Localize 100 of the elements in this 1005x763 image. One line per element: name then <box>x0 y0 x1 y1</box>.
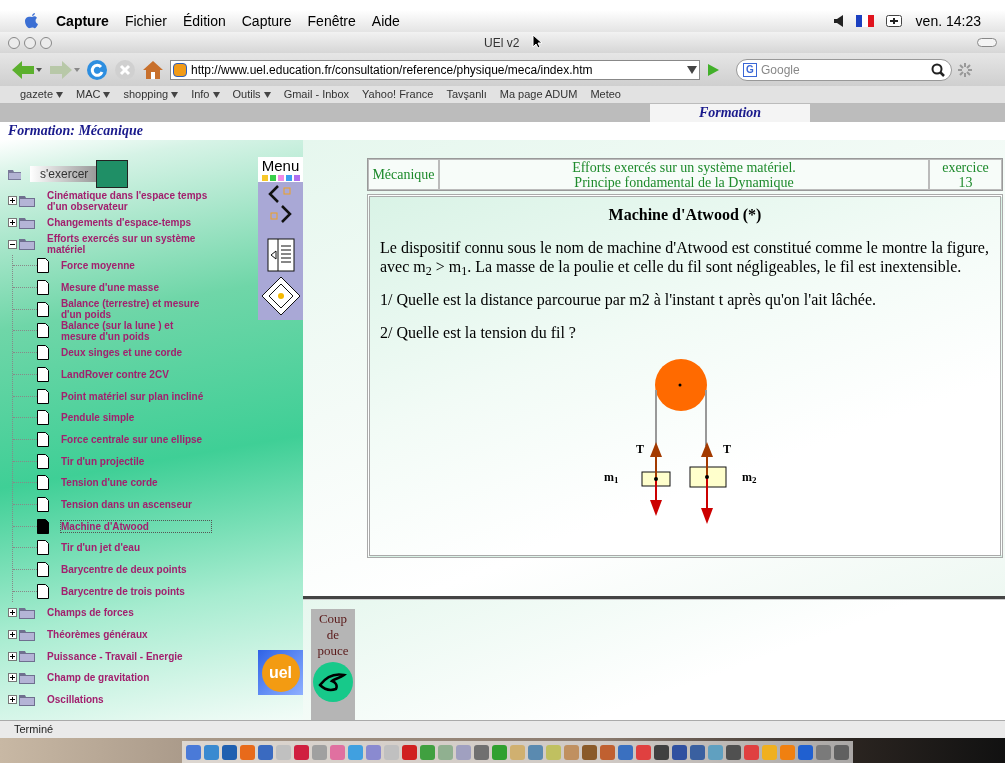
minimize-button[interactable] <box>24 36 36 49</box>
app-icon[interactable] <box>672 744 687 760</box>
topic-line: Principe fondamental de la Dynamique <box>574 174 794 190</box>
bookmark-menu[interactable]: Info <box>191 86 220 103</box>
loading-spinner-icon <box>958 62 972 77</box>
expand-icon[interactable] <box>8 630 17 640</box>
tree-item[interactable]: Machine d'Atwood <box>61 520 211 532</box>
app-icon[interactable] <box>258 744 273 760</box>
bookmark-menu[interactable]: Outils <box>232 86 271 103</box>
tree-item[interactable]: Tension d'une corde <box>61 477 211 489</box>
collapse-icon[interactable] <box>8 239 17 249</box>
force-arrow <box>650 442 662 479</box>
tree-item[interactable]: Tir d'un projectile <box>61 455 211 467</box>
bookmark-link[interactable]: Meteo <box>590 86 621 103</box>
back-icon[interactable] <box>10 58 42 81</box>
tree-item[interactable]: Point matériel sur plan incliné <box>61 390 211 402</box>
tree-item[interactable]: Barycentre de trois points <box>61 585 211 597</box>
tree-folder[interactable]: Changements d'espace-temps <box>47 217 212 229</box>
url-field[interactable]: http://www.uel.education.fr/consultation/reference/physique/meca/index.htm <box>170 59 700 80</box>
home-icon[interactable] <box>142 58 164 81</box>
apple-menu-icon[interactable] <box>24 12 40 30</box>
caret-icon <box>171 91 179 98</box>
search-icon[interactable] <box>931 62 945 77</box>
document-icon[interactable] <box>266 238 295 272</box>
app-icon[interactable] <box>294 744 309 760</box>
search-field[interactable]: G Google <box>736 58 952 81</box>
bookmark-menu[interactable]: MAC <box>76 86 111 103</box>
app-menu[interactable]: Capture <box>56 10 109 32</box>
tree-folder[interactable]: Champ de gravitation <box>47 672 212 684</box>
window-title: UEl v2 <box>484 34 520 52</box>
app-icon[interactable] <box>186 744 201 760</box>
close-button[interactable] <box>8 36 20 49</box>
app-icon[interactable] <box>474 744 489 760</box>
app-icon[interactable] <box>834 744 849 760</box>
expand-icon[interactable] <box>8 218 17 228</box>
search-engine-icon[interactable]: G <box>743 62 757 77</box>
bookmark-link[interactable]: Gmail - Inbox <box>283 86 350 103</box>
formation-tab[interactable]: Formation <box>650 104 810 122</box>
mass-block <box>689 466 727 488</box>
page-icon <box>37 453 49 469</box>
bookmark-menu[interactable]: shopping <box>123 86 179 103</box>
bookmark-menu[interactable]: gazete <box>20 86 64 103</box>
tree-folder[interactable]: Efforts exercés sur un système matériel <box>47 233 212 256</box>
bookmark-link[interactable]: Yahoo! France <box>362 86 434 103</box>
exercise-number-line: 13 <box>958 174 973 190</box>
tree-folder[interactable]: Cinématique dans l'espace temps d'un observateur <box>47 189 212 212</box>
tree-item[interactable]: Force moyenne <box>61 260 211 272</box>
app-icon[interactable] <box>798 744 813 760</box>
menu-item[interactable]: Aide <box>371 10 400 32</box>
battery-icon[interactable] <box>885 15 904 27</box>
menu-item[interactable]: Fenêtre <box>307 10 356 32</box>
exercise-number-line: exercice <box>942 159 989 175</box>
app-icon[interactable] <box>690 744 705 760</box>
tree-item[interactable]: LandRover contre 2CV <box>61 368 211 380</box>
app-icon[interactable] <box>402 744 417 760</box>
page-icon <box>37 518 49 534</box>
app-icon[interactable] <box>222 744 237 760</box>
app-icon[interactable] <box>654 744 669 760</box>
tree-item[interactable]: Tension dans un ascenseur <box>61 498 211 510</box>
tree-folder[interactable]: Théorèmes généraux <box>47 629 212 641</box>
expand-icon[interactable] <box>8 608 17 618</box>
flag-icon[interactable] <box>855 15 874 27</box>
hint-panel[interactable]: Coup de pouce <box>311 609 355 720</box>
app-icon[interactable] <box>618 744 633 760</box>
navigation-diamond-icon[interactable] <box>260 276 301 316</box>
expand-icon[interactable] <box>8 673 17 683</box>
menu-item[interactable]: Capture <box>241 10 292 32</box>
page-icon <box>37 345 49 361</box>
app-icon[interactable] <box>204 744 219 760</box>
toolbar-toggle-button[interactable] <box>977 38 997 47</box>
app-icon[interactable] <box>582 744 597 760</box>
tree-item[interactable]: Balance (terrestre) et mesure d'un poids <box>61 298 211 321</box>
expand-icon[interactable] <box>8 196 17 206</box>
go-icon[interactable] <box>706 62 720 77</box>
menu-item[interactable]: Fichier <box>124 10 167 32</box>
tree-item[interactable]: Mesure d'une masse <box>61 282 211 294</box>
expand-icon[interactable] <box>8 695 17 705</box>
dropdown-caret-icon[interactable] <box>687 65 697 74</box>
tree-item[interactable]: Barycentre de deux points <box>61 564 211 576</box>
tree-item[interactable]: Balance (sur la lune ) et mesure d'un poids <box>61 319 211 342</box>
app-icon[interactable] <box>636 744 651 760</box>
bookmark-link[interactable]: Ma page ADUM <box>499 86 578 103</box>
tree-folder[interactable]: Puissance - Travail - Energie <box>47 650 212 662</box>
app-icon[interactable] <box>600 744 615 760</box>
tree-item[interactable]: Tir d'un jet d'eau <box>61 542 211 554</box>
menu-item[interactable]: Édition <box>182 10 226 32</box>
volume-icon[interactable] <box>833 15 844 27</box>
tree-item[interactable]: Deux singes et une corde <box>61 347 211 359</box>
app-icon[interactable] <box>726 744 741 760</box>
tree-item[interactable]: Force centrale sur une ellipse <box>61 433 211 445</box>
tree-item[interactable]: Pendule simple <box>61 412 211 424</box>
tree-folder[interactable]: Oscillations <box>47 694 212 706</box>
reload-icon[interactable] <box>86 58 108 81</box>
clock: ven. 14:23 <box>915 11 981 31</box>
force-arrow <box>701 442 713 477</box>
page-icon <box>37 583 49 599</box>
expand-icon[interactable] <box>8 651 17 661</box>
tree-folder[interactable]: Champs de forces <box>47 607 212 619</box>
bookmark-link[interactable]: Tavşanlı <box>446 86 487 103</box>
zoom-button[interactable] <box>40 36 52 49</box>
